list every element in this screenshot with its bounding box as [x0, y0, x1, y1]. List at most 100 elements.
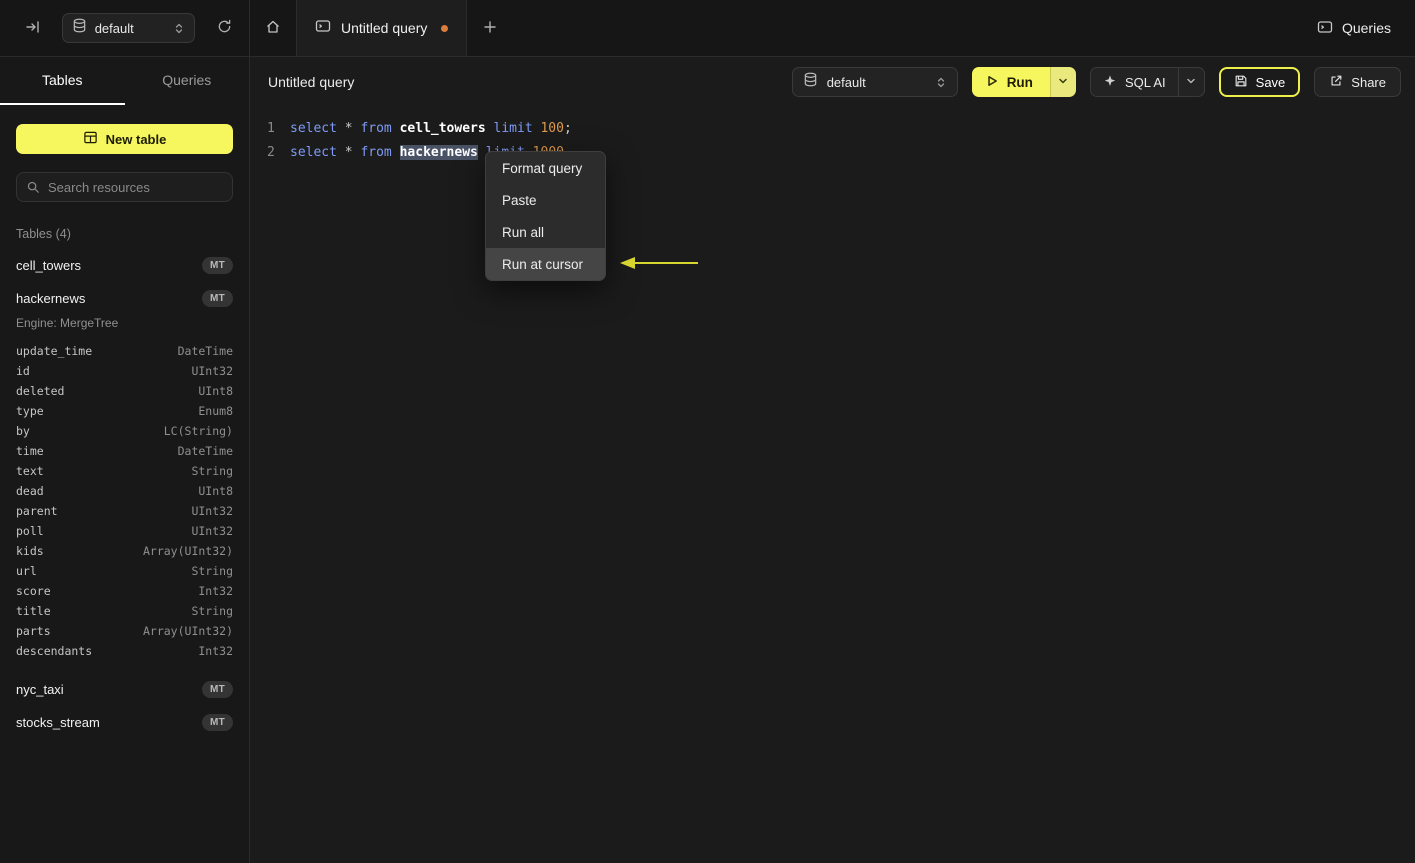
sql-ai-button[interactable]: SQL AI	[1091, 68, 1178, 96]
column-name: parts	[16, 624, 51, 638]
query-tab-title: Untitled query	[341, 20, 428, 36]
column-row: score Int32	[16, 581, 233, 601]
save-label: Save	[1255, 74, 1286, 90]
query-tab[interactable]: Untitled query	[296, 0, 468, 56]
run-button[interactable]: Run	[971, 67, 1050, 97]
home-button[interactable]	[250, 0, 296, 56]
sql-ai-label: SQL AI	[1124, 74, 1166, 90]
column-name: id	[16, 364, 30, 378]
search-input[interactable]	[16, 172, 233, 202]
line-number: 1	[267, 120, 275, 136]
chevron-down-icon	[1057, 75, 1069, 90]
tab-strip: Untitled query	[250, 0, 513, 56]
updown-chevrons-icon	[173, 22, 185, 35]
sidebar-tabs: Tables Queries	[0, 57, 249, 105]
ai-sparkle-icon	[1103, 74, 1117, 91]
column-type: DateTime	[177, 444, 233, 458]
column-name: parent	[16, 504, 58, 518]
column-name: poll	[16, 524, 44, 538]
editor-lines: 1 select * from cell_towers limit 100; 2 se…	[250, 116, 1415, 164]
column-row: parent UInt32	[16, 501, 233, 521]
column-row: type Enum8	[16, 401, 233, 421]
database-selector-label: default	[94, 20, 134, 36]
column-name: dead	[16, 484, 44, 498]
column-row: url String	[16, 561, 233, 581]
column-type: String	[191, 604, 233, 618]
share-label: Share	[1351, 74, 1386, 90]
table-row-stocks-stream[interactable]: stocks_stream MT	[0, 706, 249, 739]
sidebar-tab-queries[interactable]: Queries	[125, 57, 250, 105]
tables-section-label: Tables (4)	[16, 227, 71, 241]
play-icon	[985, 74, 999, 91]
column-type: UInt32	[191, 364, 233, 378]
column-name: type	[16, 404, 44, 418]
table-engine-badge: MT	[201, 257, 233, 274]
column-row: title String	[16, 601, 233, 621]
topbar-left-section: default	[0, 0, 250, 56]
line-number: 2	[267, 144, 275, 160]
sql-editor[interactable]: 1 select * from cell_towers limit 100; 2 se…	[250, 107, 1415, 164]
topbar: default Untitled query Queries	[0, 0, 1415, 57]
new-table-label: New table	[105, 131, 167, 147]
sql-ai-dropdown-button[interactable]	[1177, 68, 1204, 96]
query-tab-icon	[315, 18, 331, 39]
engine-label: Engine: MergeTree	[16, 316, 119, 330]
column-row: time DateTime	[16, 441, 233, 461]
save-icon	[1234, 74, 1248, 91]
toolbar-database-label: default	[826, 74, 866, 90]
column-name: time	[16, 444, 44, 458]
queries-label: Queries	[1341, 20, 1391, 36]
code-line[interactable]: 1 select * from cell_towers limit 100;	[250, 116, 1415, 140]
queries-button[interactable]: Queries	[1317, 19, 1391, 38]
home-icon	[265, 19, 281, 38]
column-type: UInt8	[198, 484, 233, 498]
run-label: Run	[1006, 74, 1033, 90]
menu-item-run-at-cursor[interactable]: Run at cursor	[486, 248, 605, 280]
annotation-arrow	[618, 253, 702, 278]
column-row: descendants Int32	[16, 641, 233, 661]
table-row-cell-towers[interactable]: cell_towers MT	[0, 249, 249, 282]
column-type: DateTime	[177, 344, 233, 358]
column-type: Array(UInt32)	[142, 544, 233, 558]
database-icon	[803, 72, 818, 92]
sql-ai-button-group: SQL AI	[1089, 67, 1205, 97]
topbar-right-section: Queries	[1317, 0, 1415, 56]
database-selector[interactable]: default	[61, 13, 196, 43]
table-grid-icon	[83, 130, 98, 148]
context-menu: Format query Paste Run all Run at cursor	[485, 151, 606, 281]
new-table-button[interactable]: New table	[16, 124, 233, 154]
code-line[interactable]: 2select * from hackernews limit 1000	[250, 140, 1415, 164]
refresh-button[interactable]	[211, 15, 237, 41]
column-row: parts Array(UInt32)	[16, 621, 233, 641]
updown-chevrons-icon	[935, 76, 947, 89]
column-name: text	[16, 464, 44, 478]
save-button[interactable]: Save	[1218, 67, 1301, 97]
table-row-nyc-taxi[interactable]: nyc_taxi MT	[0, 673, 249, 706]
sidebar-tab-tables[interactable]: Tables	[0, 57, 125, 105]
database-icon	[72, 18, 87, 38]
menu-item-run-all[interactable]: Run all	[486, 216, 605, 248]
run-button-group: Run	[971, 67, 1076, 97]
column-row: text String	[16, 461, 233, 481]
table-name: nyc_taxi	[16, 682, 64, 697]
plus-icon	[483, 20, 497, 37]
toolbar-database-selector[interactable]: default	[791, 67, 958, 97]
run-dropdown-button[interactable]	[1049, 67, 1076, 97]
collapse-sidebar-button[interactable]	[20, 15, 46, 41]
column-name: by	[16, 424, 30, 438]
column-type: Array(UInt32)	[142, 624, 233, 638]
column-type: Int32	[198, 584, 233, 598]
column-name: descendants	[16, 644, 93, 658]
share-button[interactable]: Share	[1314, 67, 1401, 97]
menu-item-format-query[interactable]: Format query	[486, 152, 605, 184]
column-row: dead UInt8	[16, 481, 233, 501]
column-type: UInt8	[198, 384, 233, 398]
new-tab-button[interactable]	[467, 0, 513, 56]
column-name: kids	[16, 544, 44, 558]
column-type: String	[191, 564, 233, 578]
column-name: score	[16, 584, 51, 598]
content: Tables Queries New table Tables (4) cell…	[0, 57, 1415, 863]
table-row-hackernews[interactable]: hackernews MT	[0, 282, 249, 315]
menu-item-paste[interactable]: Paste	[486, 184, 605, 216]
share-external-link-icon	[1329, 74, 1343, 91]
